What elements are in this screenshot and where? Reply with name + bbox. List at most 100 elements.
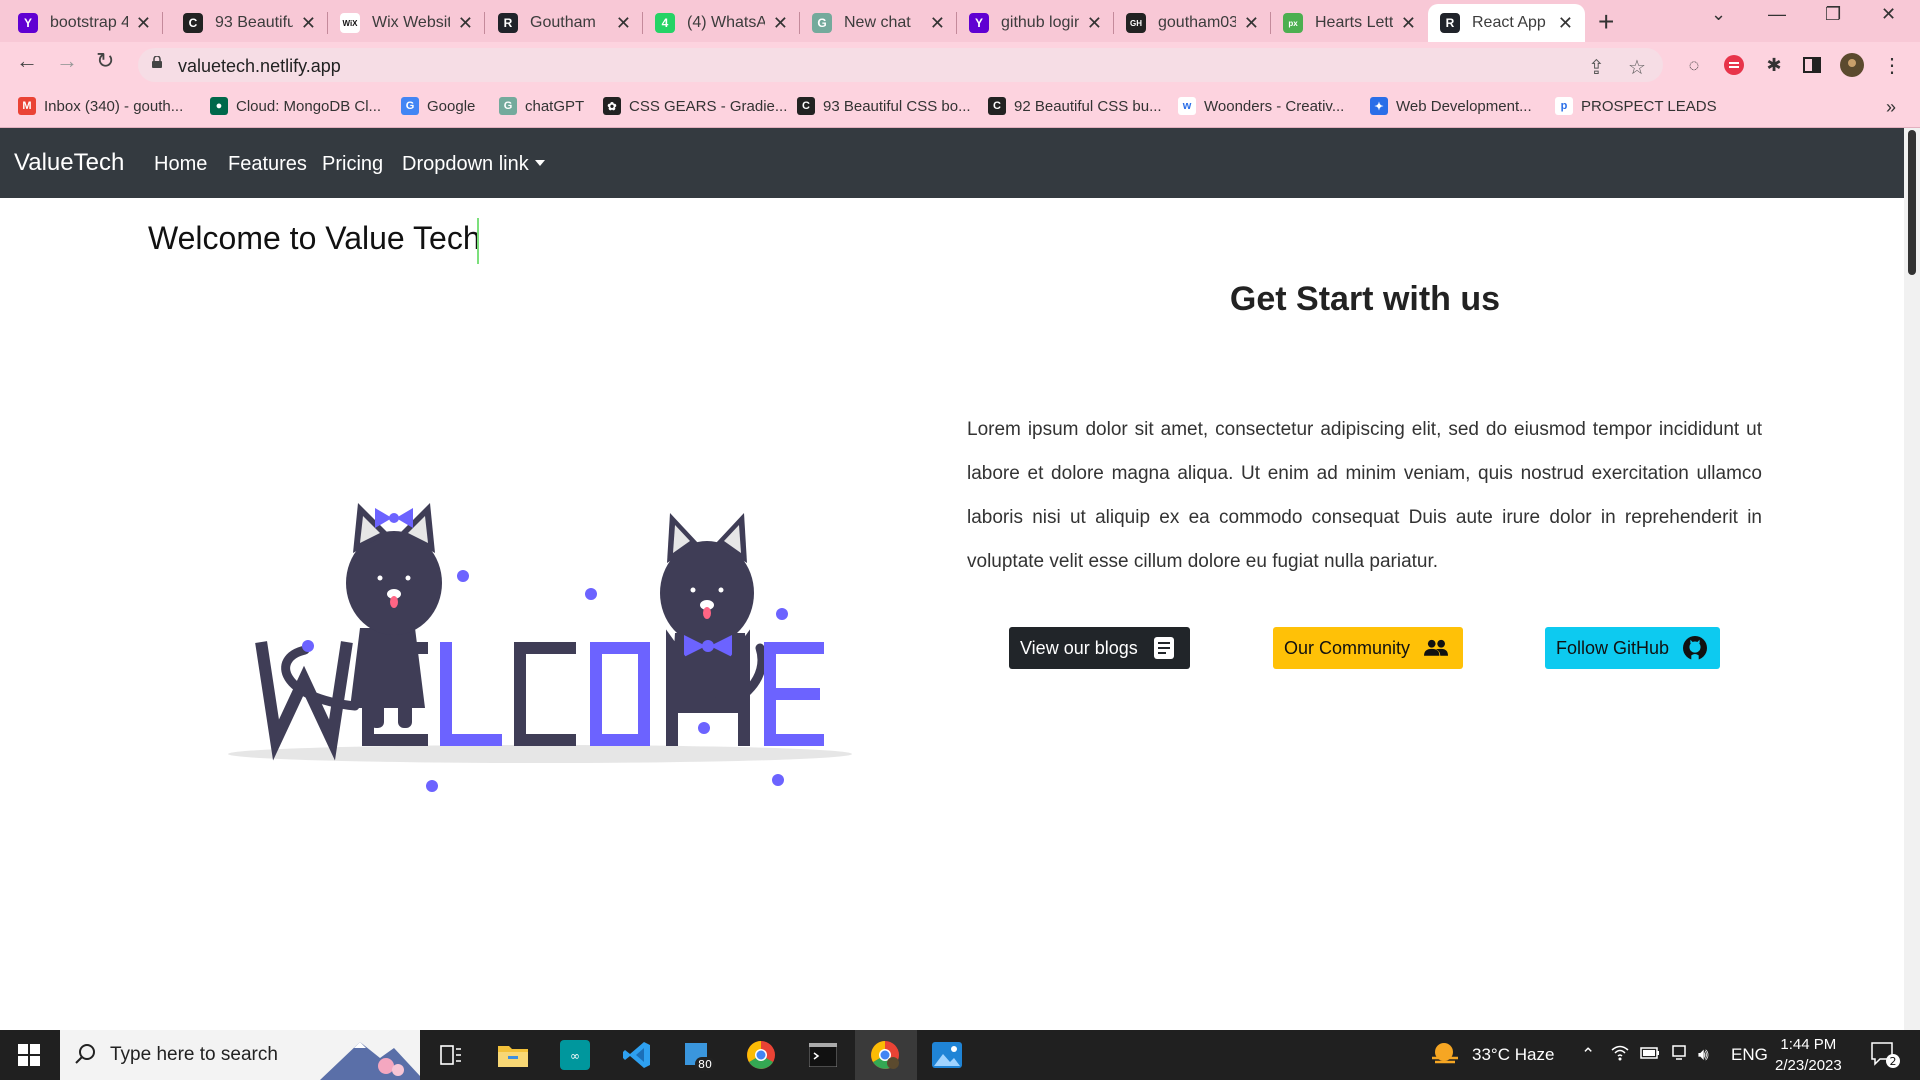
system-clock[interactable]: 1:44 PM 2/23/2023 (1775, 1034, 1842, 1076)
browser-tab[interactable]: px Hearts Letter ✕ (1271, 4, 1428, 42)
weather-icon[interactable] (1430, 1040, 1460, 1073)
bookmark-item[interactable]: G Google (401, 97, 475, 115)
reload-button[interactable]: ↻ (96, 48, 114, 74)
close-tab-icon[interactable]: ✕ (1244, 13, 1259, 34)
browser-tab[interactable]: Ygithub login ✕ (957, 4, 1114, 42)
tab-favicon-icon: Y (969, 13, 989, 33)
side-panel-icon[interactable] (1800, 53, 1824, 77)
file-explorer-icon[interactable] (497, 1039, 529, 1071)
close-tab-icon[interactable]: ✕ (301, 13, 316, 34)
bookmark-label: Web Development... (1396, 97, 1532, 115)
letter-e2 (764, 642, 824, 746)
browser-tab[interactable]: C 93 Beautiful ✕ (171, 4, 328, 42)
welcome-illustration (228, 503, 852, 792)
tab-title: New chat (844, 14, 911, 31)
tab-favicon-icon: R (1440, 13, 1460, 33)
nav-features[interactable]: Features (228, 153, 307, 176)
new-tab-button[interactable]: + (1598, 6, 1614, 38)
tab-search-chevron-icon[interactable]: ⌄ (1711, 4, 1726, 25)
bookmark-item[interactable]: C 93 Beautiful CSS bo... (797, 97, 971, 115)
chrome-profile-icon[interactable] (869, 1039, 901, 1071)
maximize-button[interactable]: ❐ (1825, 4, 1841, 25)
browser-tab[interactable]: G New chat ✕ (800, 4, 957, 42)
tab-title: 93 Beautiful (215, 14, 293, 31)
address-bar[interactable]: valuetech.netlify.app ⇪ ☆ (138, 48, 1663, 82)
profile-avatar[interactable] (1840, 53, 1864, 77)
notifications-icon[interactable]: 2 (1870, 1041, 1900, 1074)
tab-favicon-icon: C (183, 13, 203, 33)
language-indicator[interactable]: ENG (1731, 1045, 1768, 1065)
browser-tab[interactable]: GH goutham03 ✕ (1114, 4, 1271, 42)
browser-tab[interactable]: R React App ✕ (1428, 4, 1585, 42)
minimize-button[interactable]: — (1768, 4, 1786, 25)
bookmark-item[interactable]: ✿ CSS GEARS - Gradie... (603, 97, 787, 115)
device-icon[interactable] (1671, 1045, 1687, 1066)
nav-home[interactable]: Home (154, 153, 207, 176)
extension-ghost-icon[interactable]: ◌ (1682, 53, 1706, 77)
weather-text[interactable]: 33°C Haze (1472, 1045, 1554, 1065)
chrome-icon[interactable] (745, 1039, 777, 1071)
browser-tab[interactable]: R Goutham ✕ (486, 4, 643, 42)
tab-favicon-icon: px (1283, 13, 1303, 33)
windows-start-icon[interactable] (18, 1044, 40, 1066)
vscode-icon[interactable] (621, 1039, 653, 1071)
bookmark-item[interactable]: w Woonders - Creativ... (1178, 97, 1344, 115)
arduino-icon[interactable]: ∞ (559, 1039, 591, 1071)
tab-title: (4) WhatsApp (687, 14, 765, 31)
tab-favicon-icon: Y (18, 13, 38, 33)
close-tab-icon[interactable]: ✕ (773, 13, 788, 34)
browser-tab[interactable]: 4 (4) WhatsApp ✕ (643, 4, 800, 42)
wifi-icon[interactable] (1611, 1045, 1629, 1066)
browser-tab[interactable]: Ybootstrap 4 ✕ (6, 4, 163, 42)
close-tab-icon[interactable]: ✕ (1087, 13, 1102, 34)
forward-button[interactable]: → (56, 48, 78, 74)
view-blogs-button[interactable]: View our blogs (1009, 627, 1190, 669)
extensions-puzzle-icon[interactable]: ✱ (1762, 53, 1786, 77)
bookmark-item[interactable]: ● Cloud: MongoDB Cl... (210, 97, 381, 115)
bookmark-item[interactable]: M Inbox (340) - gouth... (18, 97, 183, 115)
tab-title: goutham03 (1158, 14, 1236, 31)
taskbar-search-box[interactable]: Type here to search (60, 1030, 420, 1080)
bookmark-item[interactable]: C 92 Beautiful CSS bu... (988, 97, 1162, 115)
show-hidden-icons-chevron-icon[interactable]: ⌃ (1581, 1045, 1595, 1065)
more-bookmarks-chevron-icon[interactable]: » (1886, 97, 1896, 118)
nav-pricing[interactable]: Pricing (322, 153, 383, 176)
view-blogs-label: View our blogs (1020, 637, 1138, 658)
back-button[interactable]: ← (16, 48, 38, 74)
follow-github-button[interactable]: Follow GitHub (1545, 627, 1720, 669)
bookmark-favicon-icon: G (401, 97, 419, 115)
browser-menu-icon[interactable]: ⋮ (1880, 53, 1904, 77)
intro-paragraph: Lorem ipsum dolor sit amet, consectetur … (967, 419, 1762, 572)
bookmark-favicon-icon: C (797, 97, 815, 115)
browser-tab[interactable]: WiX Wix Website ✕ (328, 4, 485, 42)
nav-dropdown-link[interactable]: Dropdown link (402, 153, 545, 176)
page-scrollbar[interactable] (1904, 128, 1920, 1030)
share-icon[interactable]: ⇪ (1588, 55, 1605, 80)
close-tab-icon[interactable]: ✕ (616, 13, 631, 34)
close-tab-icon[interactable]: ✕ (1558, 13, 1573, 34)
task-view-icon[interactable] (435, 1039, 467, 1071)
brand-logo[interactable]: ValueTech (14, 149, 124, 177)
close-window-button[interactable]: ✕ (1881, 4, 1896, 25)
volume-icon[interactable]: 🔊︎ (1698, 1045, 1709, 1065)
bookmark-item[interactable]: GchatGPT (499, 97, 584, 115)
tab-favicon-icon: R (498, 13, 518, 33)
bookmark-favicon-icon: ✦ (1370, 97, 1388, 115)
github-icon (1683, 636, 1708, 660)
microsoft-store-icon[interactable]: 80 (683, 1039, 715, 1071)
bookmark-item[interactable]: ✦ Web Development... (1370, 97, 1532, 115)
scrollbar-thumb[interactable] (1908, 130, 1916, 275)
our-community-button[interactable]: Our Community (1273, 627, 1463, 669)
bookmarks-bar: M Inbox (340) - gouth... ● Cloud: MongoDB C… (0, 89, 1920, 128)
battery-icon[interactable] (1640, 1045, 1660, 1065)
extension-red-icon[interactable] (1722, 53, 1746, 77)
photos-icon[interactable] (931, 1039, 963, 1071)
terminal-icon[interactable] (807, 1039, 839, 1071)
close-tab-icon[interactable]: ✕ (458, 13, 473, 34)
close-tab-icon[interactable]: ✕ (1401, 13, 1416, 34)
bookmark-star-icon[interactable]: ☆ (1628, 55, 1646, 80)
close-tab-icon[interactable]: ✕ (136, 13, 151, 34)
close-tab-icon[interactable]: ✕ (930, 13, 945, 34)
bookmark-item[interactable]: p PROSPECT LEADS (1555, 97, 1717, 115)
bookmark-label: Cloud: MongoDB Cl... (236, 97, 382, 115)
